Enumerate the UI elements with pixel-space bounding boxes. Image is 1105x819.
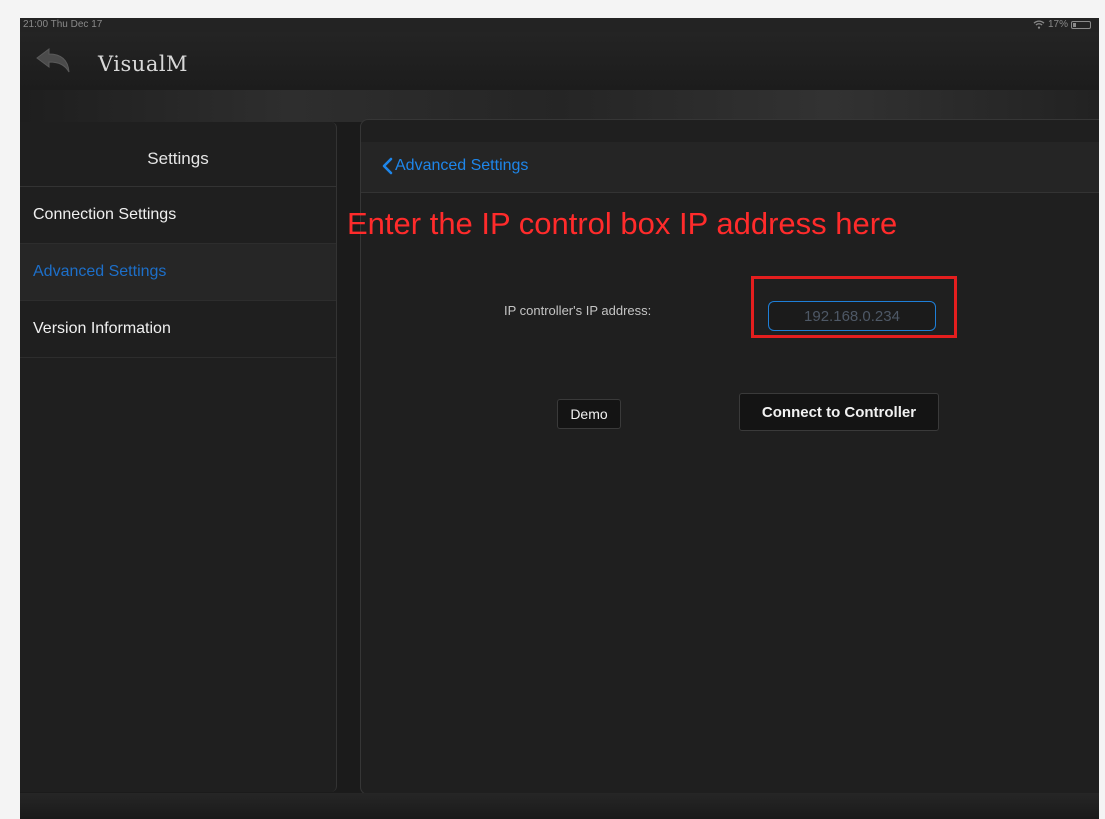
detail-header: Advanced Settings bbox=[361, 142, 1099, 193]
battery-fill bbox=[1073, 22, 1076, 27]
status-time-date: 21:00 Thu Dec 17 bbox=[23, 19, 102, 30]
sidebar-title: Settings bbox=[20, 122, 336, 187]
detail-panel: Advanced Settings Enter the IP control b… bbox=[347, 119, 1099, 795]
battery-icon bbox=[1071, 20, 1091, 29]
status-date: Thu Dec 17 bbox=[50, 19, 103, 30]
battery-percent: 17% bbox=[1047, 19, 1068, 30]
annotation-highlight-box bbox=[751, 276, 957, 338]
back-arrow-icon[interactable] bbox=[34, 46, 74, 76]
sidebar-item-version-information[interactable]: Version Information bbox=[20, 301, 336, 358]
sidebar-item-advanced-settings[interactable]: Advanced Settings bbox=[20, 244, 336, 301]
status-time: 21:00 bbox=[23, 19, 49, 30]
app-title: VisualM bbox=[98, 52, 189, 76]
sidebar-item-connection-settings[interactable]: Connection Settings bbox=[20, 187, 336, 244]
status-bar: 21:00 Thu Dec 17 17% bbox=[20, 18, 1099, 32]
demo-button[interactable]: Demo bbox=[557, 399, 621, 429]
connect-to-controller-button[interactable]: Connect to Controller bbox=[739, 393, 939, 431]
back-button-label: Advanced Settings bbox=[395, 157, 529, 174]
app-screen: 21:00 Thu Dec 17 17% VisualM Settings Co… bbox=[20, 18, 1099, 819]
top-navigation-bar: VisualM bbox=[20, 32, 1099, 90]
wifi-icon bbox=[1033, 20, 1045, 29]
back-button[interactable]: Advanced Settings bbox=[381, 157, 528, 175]
decorative-band bbox=[20, 90, 1099, 122]
bottom-bar bbox=[20, 793, 1099, 819]
annotation-instruction: Enter the IP control box IP address here bbox=[347, 206, 898, 241]
ip-address-label: IP controller's IP address: bbox=[504, 303, 652, 318]
status-indicators: 17% bbox=[1033, 19, 1091, 30]
settings-sidebar: Settings Connection Settings Advanced Se… bbox=[20, 122, 337, 792]
chevron-left-icon bbox=[382, 157, 393, 175]
